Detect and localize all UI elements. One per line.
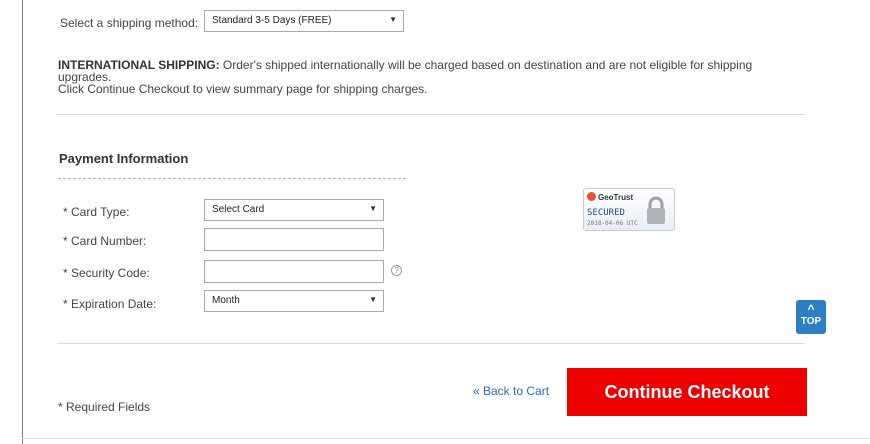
padlock-icon xyxy=(647,196,665,224)
card-number-label: * Card Number: xyxy=(63,234,147,248)
international-shipping-notice: INTERNATIONAL SHIPPING: Order's shipped … xyxy=(58,59,798,95)
expiration-month-select[interactable]: Month ▼ xyxy=(204,290,384,312)
geotrust-logo: GeoTrust xyxy=(587,192,633,202)
card-type-value: Select Card xyxy=(212,204,265,215)
geotrust-brand: GeoTrust xyxy=(598,193,634,202)
month-value: Month xyxy=(212,295,240,306)
section-divider xyxy=(57,114,805,115)
chevron-up-icon: ^ xyxy=(807,302,815,316)
continue-checkout-button[interactable]: Continue Checkout xyxy=(567,368,807,416)
intl-text-2: Click Continue Checkout to view summary … xyxy=(58,82,428,96)
secured-date: 2018-04-06 UTC xyxy=(587,220,638,227)
required-fields-note: * Required Fields xyxy=(58,400,151,414)
help-icon[interactable]: ? xyxy=(391,265,402,276)
scroll-top-button[interactable]: ^ TOP xyxy=(796,300,826,334)
payment-title: Payment Information xyxy=(59,151,189,166)
chevron-down-icon: ▼ xyxy=(369,204,377,213)
shipping-method-select[interactable]: Standard 3-5 Days (FREE) ▼ xyxy=(204,10,404,32)
secured-text: SECURED xyxy=(587,208,625,218)
geotrust-secured-badge[interactable]: GeoTrust SECURED 2018-04-06 UTC xyxy=(583,188,675,231)
shipping-method-label: Select a shipping method: xyxy=(60,16,199,30)
section-divider-2 xyxy=(57,343,805,344)
back-to-cart-link[interactable]: « Back to Cart xyxy=(473,384,549,398)
left-border xyxy=(22,0,23,444)
expiration-label: * Expiration Date: xyxy=(63,297,157,311)
card-number-input[interactable] xyxy=(204,228,384,251)
chevron-down-icon: ▼ xyxy=(369,295,377,304)
top-label: TOP xyxy=(800,316,822,327)
chevron-down-icon: ▼ xyxy=(389,15,397,24)
card-type-label: * Card Type: xyxy=(63,205,130,219)
shipping-method-value: Standard 3-5 Days (FREE) xyxy=(212,15,332,26)
card-type-select[interactable]: Select Card ▼ xyxy=(204,199,384,221)
security-code-input[interactable] xyxy=(204,260,384,283)
geotrust-ball-icon xyxy=(587,192,596,201)
bottom-divider xyxy=(22,438,870,439)
security-code-label: * Security Code: xyxy=(63,266,150,280)
title-underline xyxy=(58,178,406,179)
